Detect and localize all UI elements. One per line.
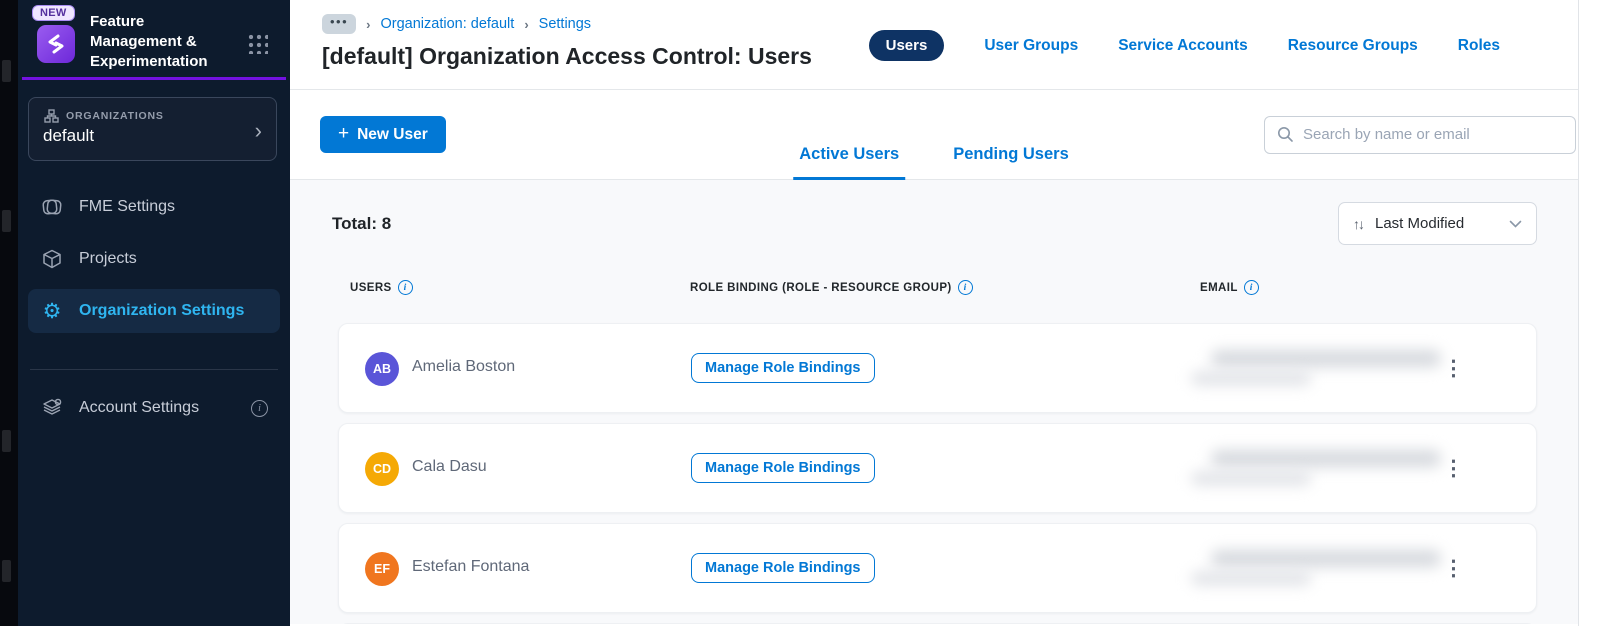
scroll-gutter[interactable]	[1578, 0, 1600, 626]
search-icon	[1277, 126, 1294, 143]
access-control-nav: Users User Groups Service Accounts Resou…	[868, 30, 1500, 61]
layers-icon	[40, 396, 64, 420]
tab-roles[interactable]: Roles	[1458, 37, 1500, 55]
info-icon[interactable]: i	[1243, 280, 1259, 295]
new-user-label: New User	[357, 125, 428, 143]
cube-icon	[40, 247, 64, 271]
tab-pending-users[interactable]: Pending Users	[947, 145, 1075, 180]
avatar: CD	[365, 452, 399, 486]
manage-role-bindings-button[interactable]: Manage Role Bindings	[691, 453, 875, 483]
column-header-users: USERS	[350, 281, 392, 294]
purple-divider	[22, 77, 286, 80]
table-row-partial	[338, 623, 1537, 624]
app-title: Feature Management & Experimentation	[90, 13, 208, 70]
breadcrumb-ellipsis[interactable]: •••	[322, 14, 357, 34]
fme-logo-icon	[40, 195, 64, 219]
table-row: AB Amelia Boston Manage Role Bindings ⋮	[338, 323, 1537, 413]
chevron-separator-icon: ›	[524, 16, 529, 32]
email-redacted	[1191, 542, 1471, 598]
users-list-section: Total: 8 ↑↓ Last Modified USERS i ROLE B…	[290, 180, 1578, 624]
tab-resource-groups[interactable]: Resource Groups	[1288, 37, 1418, 55]
sidebar-item-label: Account Settings	[79, 399, 200, 416]
email-redacted	[1191, 442, 1471, 498]
table-row: EF Estefan Fontana Manage Role Bindings …	[338, 523, 1537, 613]
sidebar-item-organization-settings[interactable]: ⚙ Organization Settings	[28, 289, 280, 333]
column-header-role-binding: ROLE BINDING (ROLE - RESOURCE GROUP)	[690, 281, 952, 294]
sidebar-header: NEW Feature Management & Experimentation	[18, 0, 290, 80]
plus-icon: +	[338, 122, 350, 144]
org-chart-icon	[43, 109, 59, 123]
table-header-row: USERS i ROLE BINDING (ROLE - RESOURCE GR…	[338, 280, 1537, 300]
avatar: EF	[365, 552, 399, 586]
info-icon[interactable]: i	[397, 280, 413, 295]
info-icon[interactable]: i	[957, 280, 973, 295]
sidebar-nav: FME Settings Projects ⚙ Organization Set…	[28, 185, 280, 426]
background-window-strip	[0, 0, 18, 626]
sidebar-item-account-settings[interactable]: Account Settings i	[28, 390, 280, 426]
tab-user-groups[interactable]: User Groups	[984, 37, 1078, 55]
manage-role-bindings-button[interactable]: Manage Role Bindings	[691, 353, 875, 383]
user-name: Cala Dasu	[412, 458, 487, 475]
user-name: Amelia Boston	[412, 358, 516, 375]
search-box[interactable]	[1264, 115, 1576, 154]
organizations-label: ORGANIZATIONS	[66, 110, 164, 122]
kebab-menu-icon[interactable]: ⋮	[1443, 350, 1464, 388]
sidebar-item-projects[interactable]: Projects	[28, 237, 280, 281]
sidebar: NEW Feature Management & Experimentation…	[18, 0, 290, 626]
kebab-menu-icon[interactable]: ⋮	[1443, 550, 1464, 588]
sort-label: Last Modified	[1375, 215, 1465, 232]
organization-selector[interactable]: ORGANIZATIONS default ›	[28, 97, 277, 161]
tab-active-users[interactable]: Active Users	[793, 145, 906, 180]
manage-role-bindings-button[interactable]: Manage Role Bindings	[691, 553, 875, 583]
sidebar-divider	[30, 369, 278, 370]
sidebar-item-fme-settings[interactable]: FME Settings	[28, 185, 280, 229]
app-switcher-grid-icon[interactable]	[246, 32, 268, 54]
user-rows: AB Amelia Boston Manage Role Bindings ⋮ …	[338, 323, 1537, 624]
new-badge: NEW	[32, 5, 75, 21]
main-content: ••• › Organization: default › Settings […	[290, 0, 1578, 626]
breadcrumb-link-organization[interactable]: Organization: default	[381, 16, 515, 32]
sidebar-item-label: FME Settings	[79, 198, 176, 215]
table-row: CD Cala Dasu Manage Role Bindings ⋮	[338, 423, 1537, 513]
gear-icon: ⚙	[42, 299, 62, 323]
sidebar-item-label: Projects	[79, 250, 137, 267]
sort-icon: ↑↓	[1353, 215, 1365, 232]
sort-dropdown[interactable]: ↑↓ Last Modified	[1338, 202, 1537, 245]
kebab-menu-icon[interactable]: ⋮	[1443, 450, 1464, 488]
user-name: Estefan Fontana	[412, 558, 530, 575]
avatar: AB	[365, 352, 399, 386]
total-count: Total: 8	[332, 213, 392, 233]
new-user-button[interactable]: + New User	[320, 116, 446, 153]
email-redacted	[1191, 342, 1471, 398]
info-icon[interactable]: i	[251, 399, 268, 417]
chevron-right-icon: ›	[254, 118, 262, 143]
chevron-separator-icon: ›	[366, 16, 371, 32]
breadcrumb-link-settings[interactable]: Settings	[539, 16, 591, 32]
toolbar: + New User Active Users Pending Users	[290, 90, 1578, 180]
column-header-email: EMAIL	[1200, 281, 1238, 294]
sidebar-item-label: Organization Settings	[79, 302, 245, 319]
organization-name: default	[43, 126, 95, 145]
user-state-tabs: Active Users Pending Users	[793, 145, 1075, 180]
chevron-down-icon	[1509, 215, 1522, 233]
page-header: ••• › Organization: default › Settings […	[290, 0, 1578, 90]
fme-app-logo-icon[interactable]	[37, 25, 75, 63]
tab-service-accounts[interactable]: Service Accounts	[1118, 37, 1248, 55]
tab-users[interactable]: Users	[868, 30, 945, 61]
search-input[interactable]	[1303, 126, 1563, 143]
